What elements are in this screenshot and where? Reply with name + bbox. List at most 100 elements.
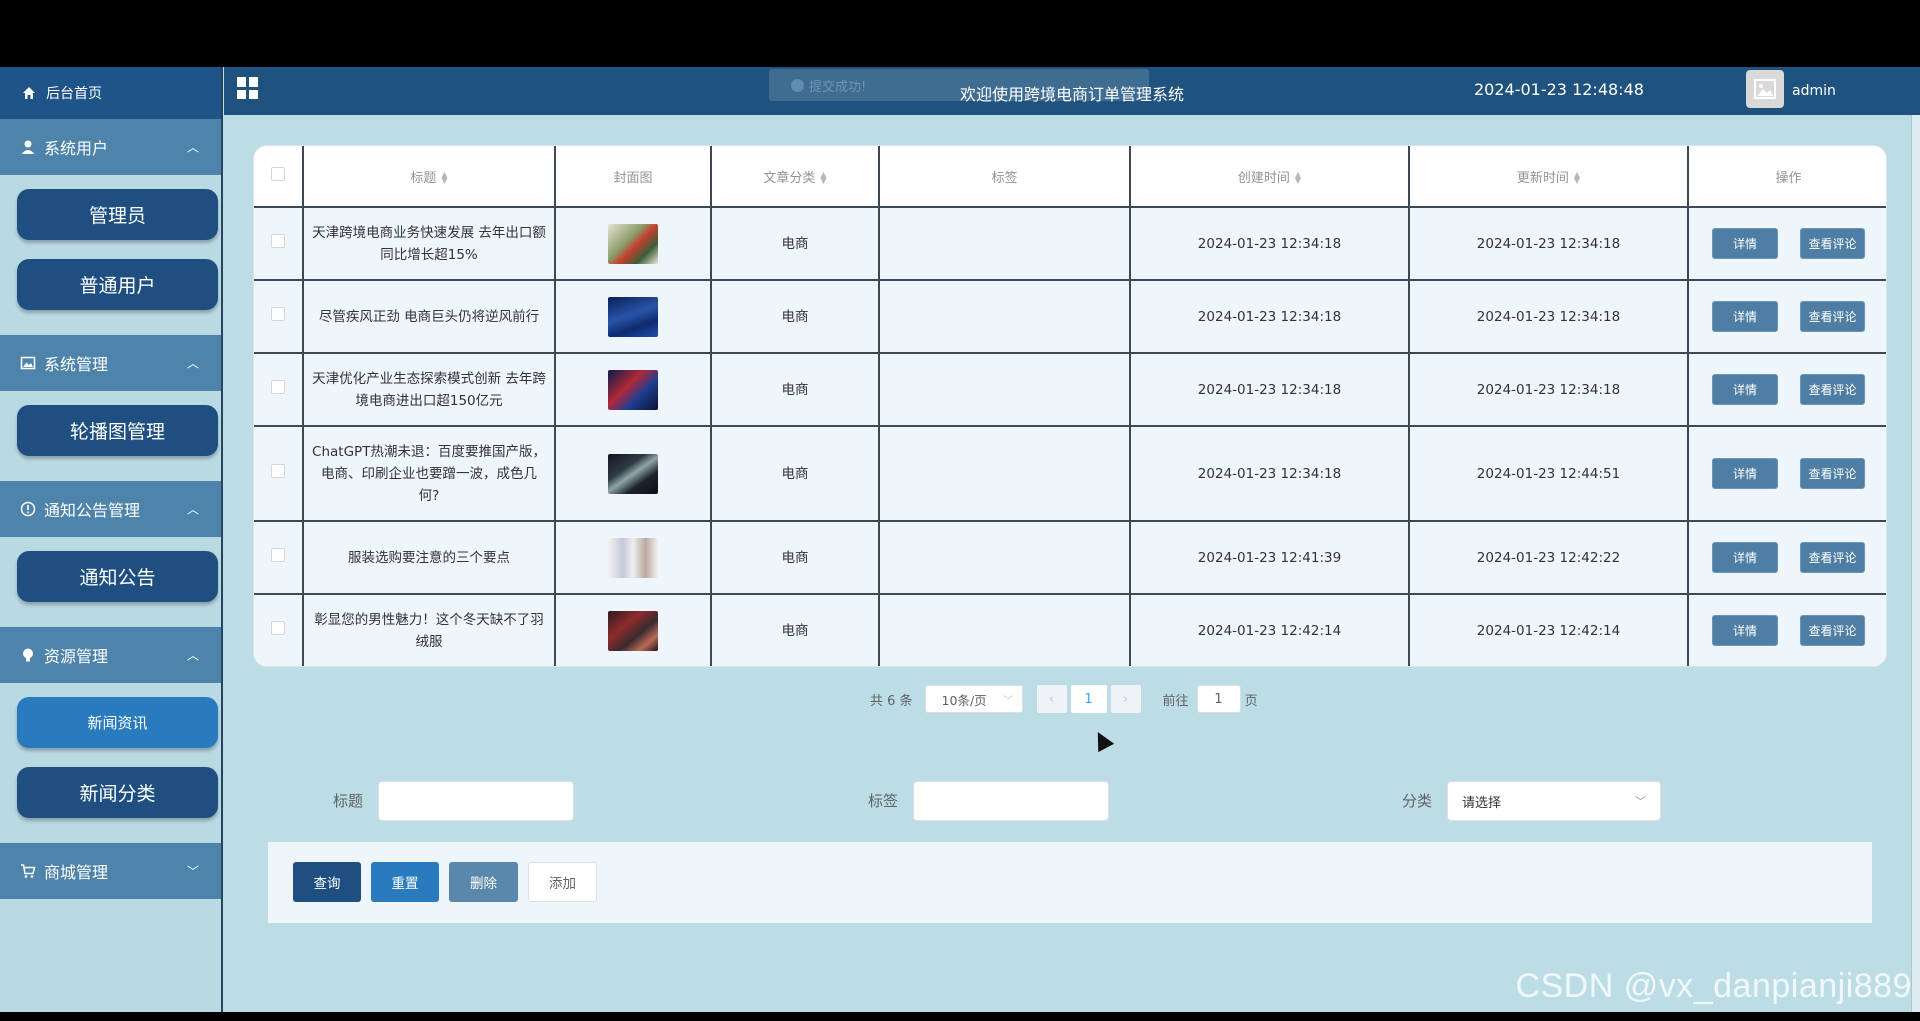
cell-title: 服装选购要注意的三个要点: [303, 521, 556, 595]
search-category-select[interactable]: 请选择 ﹀: [1447, 781, 1661, 821]
table-row: 服装选购要注意的三个要点 电商 2024-01-23 12:41:39 2024…: [254, 521, 1886, 595]
sidebar-group-mall[interactable]: 商城管理 ﹀: [0, 843, 221, 899]
sidebar-group-label: 通知公告管理: [44, 501, 141, 520]
avatar[interactable]: [1746, 70, 1784, 108]
row-checkbox[interactable]: [271, 306, 285, 321]
sidebar-item-carousel[interactable]: 轮播图管理: [17, 405, 218, 456]
page-size-select[interactable]: 10条/页 ﹀: [924, 685, 1023, 713]
sidebar-item-notice[interactable]: 通知公告: [17, 551, 218, 602]
cell-actions: 详情 查看评论: [1688, 426, 1886, 522]
cell-actions: 详情 查看评论: [1688, 594, 1886, 666]
page-scrollbar[interactable]: [1911, 115, 1920, 1012]
table-header-row: 标题 ▲ ▼ 封面图 文章分类 ▲ ▼ 标签 创建时间 ▲ ▼ 更新时间 ▲ ▼ 操作: [254, 146, 1886, 208]
cell-cover: [555, 280, 712, 354]
sidebar-item-news[interactable]: 新闻资讯: [17, 697, 218, 748]
prev-page-button[interactable]: ‹: [1036, 685, 1067, 713]
row-checkbox[interactable]: [271, 379, 285, 394]
goto-page-input[interactable]: 1: [1196, 685, 1241, 713]
page-number-current[interactable]: 1: [1070, 685, 1107, 713]
sort-icon[interactable]: ▲ ▼: [441, 171, 447, 185]
view-reviews-button[interactable]: 查看评论: [1800, 458, 1865, 489]
chevron-left-icon: ‹: [1048, 691, 1055, 707]
username[interactable]: admin: [1792, 83, 1836, 99]
search-title-input[interactable]: [378, 781, 574, 821]
column-header: 操作: [1688, 146, 1886, 208]
news-table: 标题 ▲ ▼ 封面图 文章分类 ▲ ▼ 标签 创建时间 ▲ ▼ 更新时间 ▲ ▼ 操作 天津跨境…: [253, 145, 1887, 667]
sort-icon[interactable]: ▲ ▼: [1574, 171, 1580, 185]
next-page-button[interactable]: ›: [1110, 685, 1141, 713]
sidebar-item-normal-user[interactable]: 普通用户: [17, 259, 218, 310]
pagination-total: 共 6 条: [870, 693, 913, 709]
sidebar-group-notice[interactable]: 通知公告管理 ︿: [0, 481, 221, 537]
delete-button[interactable]: 删除: [449, 862, 518, 902]
sidebar-group-system-management[interactable]: 系统管理 ︿: [0, 335, 221, 391]
cart-icon: [21, 864, 36, 878]
detail-button[interactable]: 详情: [1712, 615, 1778, 646]
current-datetime: 2024-01-23 12:48:48: [1474, 80, 1644, 99]
sidebar-item-admin[interactable]: 管理员: [17, 189, 218, 240]
cell-tag: [879, 280, 1131, 354]
sort-icon[interactable]: ▲ ▼: [820, 171, 826, 185]
view-reviews-button[interactable]: 查看评论: [1800, 228, 1865, 259]
cell-title: 尽管疾风正劲 电商巨头仍将逆风前行: [303, 280, 556, 354]
cover-image: [608, 610, 658, 651]
detail-button[interactable]: 详情: [1712, 374, 1778, 405]
page-size-value: 10条/页: [941, 692, 987, 708]
sidebar-item-news-category[interactable]: 新闻分类: [17, 767, 218, 818]
sidebar-home[interactable]: 后台首页: [0, 67, 221, 119]
row-checkbox[interactable]: [271, 233, 285, 248]
view-reviews-button[interactable]: 查看评论: [1800, 615, 1865, 646]
sidebar-home-label: 后台首页: [46, 86, 102, 102]
cell-actions: 详情 查看评论: [1688, 280, 1886, 354]
cell-tag: [879, 353, 1131, 427]
view-reviews-button[interactable]: 查看评论: [1800, 374, 1865, 405]
cell-category: 电商: [711, 594, 880, 666]
info-icon: [20, 501, 36, 517]
sidebar-group-system-users[interactable]: 系统用户 ︿: [0, 119, 221, 175]
cell-actions: 详情 查看评论: [1688, 207, 1886, 281]
column-header[interactable]: 更新时间 ▲ ▼: [1409, 146, 1689, 208]
table-row: 彰显您的男性魅力！这个冬天缺不了羽绒服 电商 2024-01-23 12:42:…: [254, 594, 1886, 666]
cover-image: [608, 369, 658, 410]
action-bar: 查询 重置 删除 添加: [268, 842, 1872, 923]
home-icon: [23, 87, 35, 99]
header-select-all[interactable]: [254, 146, 304, 208]
cell-tag: [879, 521, 1131, 595]
column-header[interactable]: 文章分类 ▲ ▼: [711, 146, 880, 208]
system-title: 欢迎使用跨境电商订单管理系统: [960, 85, 1185, 104]
avatar-image-icon: [1754, 79, 1776, 99]
goto-prefix: 前往: [1162, 693, 1189, 709]
checkbox[interactable]: [271, 167, 285, 181]
sidebar: 后台首页 系统用户 ︿ 管理员 普通用户 系统管理 ︿ 轮播图管理 通知公告管理…: [0, 67, 223, 1012]
detail-button[interactable]: 详情: [1712, 301, 1778, 332]
detail-button[interactable]: 详情: [1712, 458, 1778, 489]
reset-button[interactable]: 重置: [371, 862, 439, 902]
sidebar-group-resources[interactable]: 资源管理 ︿: [0, 627, 221, 683]
row-checkbox[interactable]: [271, 620, 285, 635]
search-title-label: 标题: [333, 792, 364, 810]
lightbulb-icon: [23, 648, 33, 662]
cell-created: 2024-01-23 12:42:14: [1130, 594, 1410, 666]
view-reviews-button[interactable]: 查看评论: [1800, 542, 1865, 573]
app-screen: 后台首页 系统用户 ︿ 管理员 普通用户 系统管理 ︿ 轮播图管理 通知公告管理…: [0, 67, 1920, 1012]
column-header[interactable]: 标题 ▲ ▼: [303, 146, 556, 208]
cell-title: 天津跨境电商业务快速发展 去年出口额同比增长超15%: [303, 207, 556, 281]
chevron-right-icon: ›: [1122, 691, 1129, 707]
detail-button[interactable]: 详情: [1712, 542, 1778, 573]
chevron-up-icon: ︿: [186, 140, 199, 155]
row-checkbox[interactable]: [271, 547, 285, 562]
add-button[interactable]: 添加: [528, 862, 597, 902]
query-button[interactable]: 查询: [293, 862, 361, 902]
cell-tag: [879, 594, 1131, 666]
cell-actions: 详情 查看评论: [1688, 353, 1886, 427]
detail-button[interactable]: 详情: [1712, 228, 1778, 259]
search-tag-input[interactable]: [913, 781, 1109, 821]
table-row: 尽管疾风正劲 电商巨头仍将逆风前行 电商 2024-01-23 12:34:18…: [254, 280, 1886, 354]
row-checkbox[interactable]: [271, 463, 285, 478]
sort-icon[interactable]: ▲ ▼: [1295, 171, 1301, 185]
column-header[interactable]: 创建时间 ▲ ▼: [1130, 146, 1410, 208]
view-reviews-button[interactable]: 查看评论: [1800, 301, 1865, 332]
watermark: CSDN @vx_danpianji889: [1515, 967, 1912, 1005]
chevron-up-icon: ︿: [186, 648, 199, 663]
menu-grid-icon[interactable]: [237, 77, 259, 99]
